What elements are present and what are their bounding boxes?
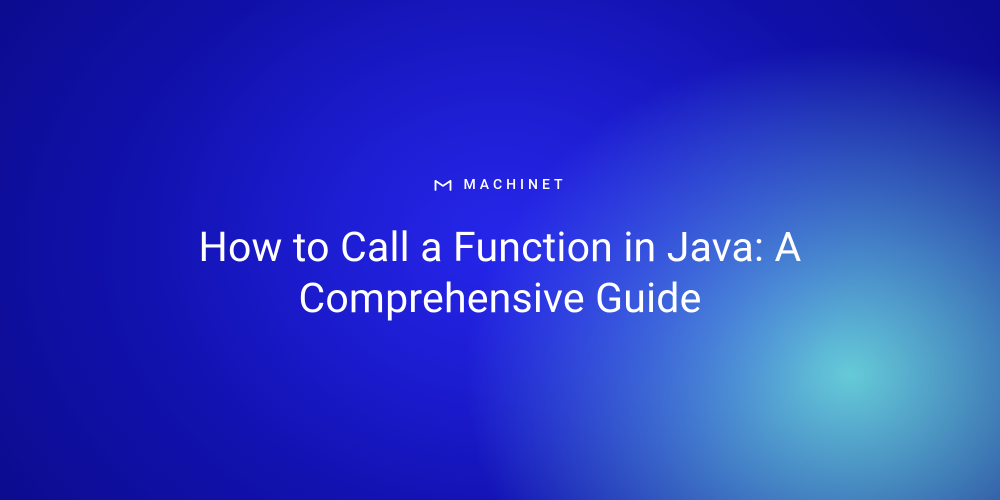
machinet-logo-icon xyxy=(433,175,453,195)
page-title: How to Call a Function in Java: A Compre… xyxy=(100,223,900,326)
brand-name: MACHINET xyxy=(463,177,566,193)
brand: MACHINET xyxy=(433,175,566,195)
